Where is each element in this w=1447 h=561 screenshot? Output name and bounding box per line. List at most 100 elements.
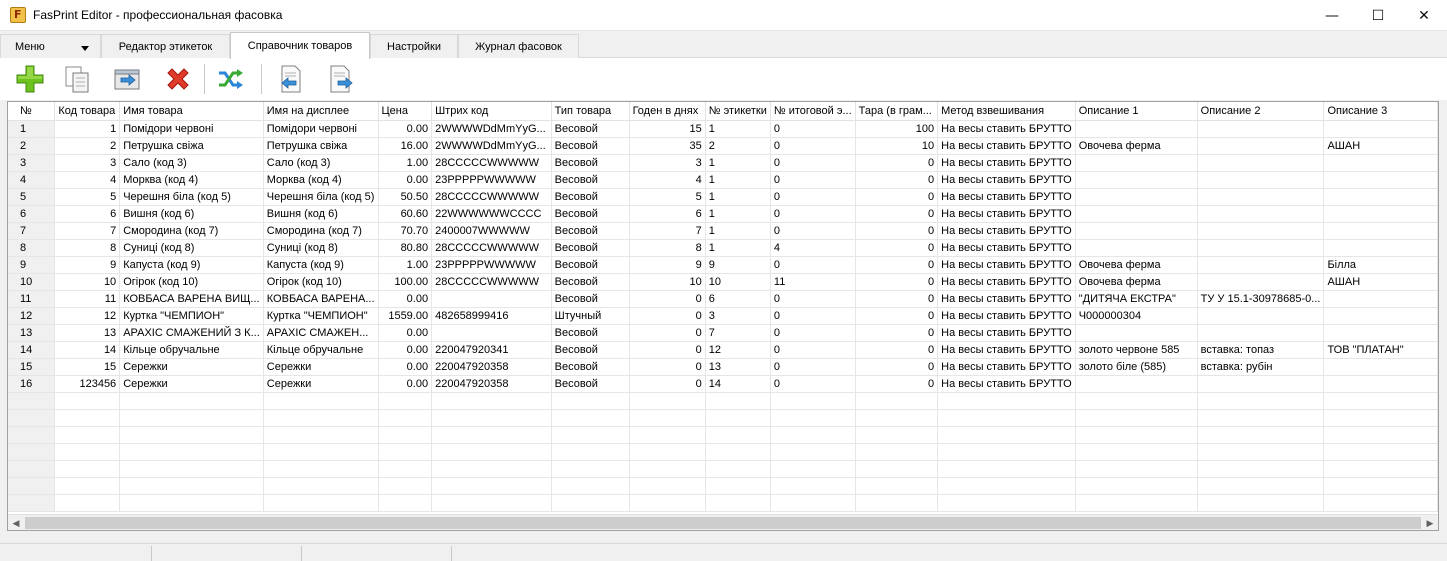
table-cell[interactable]: На весы ставить БРУТТО	[937, 290, 1076, 308]
table-cell[interactable]	[1197, 375, 1325, 393]
table-row[interactable]: 14 14 Кільце обручальне Кільце обручальне 0.…	[8, 341, 1438, 359]
table-cell[interactable]: Овочева ферма	[1075, 256, 1198, 274]
table-cell[interactable]: На весы ставить БРУТТО	[937, 120, 1076, 138]
table-cell[interactable]: Смородина (код 7)	[119, 222, 264, 240]
delete-button[interactable]	[161, 63, 195, 95]
table-cell[interactable]: 0.00	[378, 290, 433, 308]
table-cell[interactable]: Білла	[1323, 256, 1438, 274]
table-cell[interactable]: 16.00	[378, 137, 433, 155]
column-header[interactable]: №	[8, 102, 56, 121]
table-cell[interactable]: 4	[54, 171, 121, 189]
close-button[interactable]: ✕	[1401, 0, 1447, 31]
table-cell[interactable]: На весы ставить БРУТТО	[937, 324, 1076, 342]
table-cell[interactable]: 0	[770, 290, 856, 308]
table-row[interactable]: 4 4 Морква (код 4) Морква (код 4) 0.00 23PPPP…	[8, 171, 1438, 189]
table-cell[interactable]: Капуста (код 9)	[119, 256, 264, 274]
table-cell[interactable]: 15	[54, 358, 121, 376]
table-cell[interactable]: Петрушка свіжа	[119, 137, 264, 155]
table-cell[interactable]: 0	[855, 239, 939, 257]
table-cell[interactable]	[1323, 324, 1438, 342]
table-cell[interactable]	[1197, 222, 1325, 240]
table-cell[interactable]: вставка: рубін	[1197, 358, 1325, 376]
products-grid[interactable]: № Код товара Имя товара Имя на дисплее Цена Ш…	[7, 101, 1439, 531]
table-cell[interactable]	[1075, 324, 1198, 342]
table-cell[interactable]: 11	[8, 290, 56, 308]
table-cell[interactable]: Суниці (код 8)	[263, 239, 379, 257]
table-cell[interactable]: 6	[54, 205, 121, 223]
table-cell[interactable]	[1197, 188, 1325, 206]
table-cell[interactable]	[1323, 205, 1438, 223]
table-cell[interactable]: 14	[8, 341, 56, 359]
table-cell[interactable]: 0	[770, 375, 856, 393]
column-header[interactable]: Имя на дисплее	[263, 102, 379, 121]
table-cell[interactable]: 2WWWWDdMmYyG...	[431, 137, 552, 155]
table-row[interactable]: 2 2 Петрушка свіжа Петрушка свіжа 16.00 2WWWW…	[8, 137, 1438, 155]
table-cell[interactable]: 70.70	[378, 222, 433, 240]
table-cell[interactable]: 0	[770, 205, 856, 223]
table-cell[interactable]: 8	[629, 239, 706, 257]
add-button[interactable]	[13, 63, 47, 95]
table-cell[interactable]: 22WWWWWWCCCC	[431, 205, 552, 223]
table-cell[interactable]: 2WWWWDdMmYyG...	[431, 120, 552, 138]
table-cell[interactable]: 3	[705, 307, 771, 325]
table-cell[interactable]: ТУ У 15.1-30978685-0...	[1197, 290, 1325, 308]
table-cell[interactable]: 220047920358	[431, 375, 552, 393]
table-cell[interactable]	[1197, 239, 1325, 257]
table-cell[interactable]: 7	[54, 222, 121, 240]
table-cell[interactable]: 6	[8, 205, 56, 223]
table-cell[interactable]: 12	[54, 307, 121, 325]
table-cell[interactable]: На весы ставить БРУТТО	[937, 205, 1076, 223]
table-cell[interactable]: Штучный	[551, 307, 630, 325]
table-cell[interactable]: Сережки	[119, 358, 264, 376]
table-cell[interactable]: Весовой	[551, 120, 630, 138]
table-cell[interactable]: Сережки	[119, 375, 264, 393]
table-cell[interactable]: Суниці (код 8)	[119, 239, 264, 257]
minimize-button[interactable]: —	[1309, 0, 1355, 31]
table-cell[interactable]: Весовой	[551, 375, 630, 393]
table-cell[interactable]	[1075, 375, 1198, 393]
table-cell[interactable]	[1197, 273, 1325, 291]
table-cell[interactable]: 0	[770, 358, 856, 376]
table-cell[interactable]: 0	[629, 324, 706, 342]
table-cell[interactable]: 10	[8, 273, 56, 291]
table-cell[interactable]: 3	[629, 154, 706, 172]
document-import-button[interactable]	[274, 63, 308, 95]
table-cell[interactable]: Черешня біла (код 5)	[119, 188, 264, 206]
table-cell[interactable]: 0	[770, 154, 856, 172]
table-cell[interactable]	[1075, 120, 1198, 138]
table-cell[interactable]: Черешня біла (код 5)	[263, 188, 379, 206]
table-cell[interactable]: 1	[705, 205, 771, 223]
table-cell[interactable]: На весы ставить БРУТТО	[937, 171, 1076, 189]
table-cell[interactable]: Смородина (код 7)	[263, 222, 379, 240]
table-cell[interactable]: 0	[770, 222, 856, 240]
table-cell[interactable]: На весы ставить БРУТТО	[937, 239, 1076, 257]
table-cell[interactable]: КОВБАСА ВАРЕНА...	[263, 290, 379, 308]
table-cell[interactable]: 28CCCCCWWWWW	[431, 154, 552, 172]
table-cell[interactable]: 11	[54, 290, 121, 308]
table-cell[interactable]: 15	[8, 358, 56, 376]
table-cell[interactable]: 0	[770, 171, 856, 189]
table-cell[interactable]: 1.00	[378, 154, 433, 172]
table-cell[interactable]	[1323, 239, 1438, 257]
table-cell[interactable]: Куртка "ЧЕМПИОН"	[119, 307, 264, 325]
table-cell[interactable]: 123456	[54, 375, 121, 393]
scroll-right-icon[interactable]: ▶	[1422, 515, 1438, 531]
table-cell[interactable]: 7	[8, 222, 56, 240]
table-cell[interactable]	[1197, 137, 1325, 155]
table-cell[interactable]: 5	[54, 188, 121, 206]
table-cell[interactable]: На весы ставить БРУТТО	[937, 154, 1076, 172]
table-cell[interactable]: На весы ставить БРУТТО	[937, 137, 1076, 155]
table-cell[interactable]: Кільце обручальне	[263, 341, 379, 359]
table-cell[interactable]: На весы ставить БРУТТО	[937, 222, 1076, 240]
column-header[interactable]: № итоговой э...	[770, 102, 856, 121]
tab-label-editor[interactable]: Редактор этикеток	[101, 34, 230, 58]
table-cell[interactable]: 1.00	[378, 256, 433, 274]
table-cell[interactable]: Кільце обручальне	[119, 341, 264, 359]
column-header[interactable]: № этикетки	[705, 102, 771, 121]
table-cell[interactable]: 1	[705, 188, 771, 206]
table-row[interactable]: 16 123456 Сережки Сережки 0.00 220047920358 Ве…	[8, 375, 1438, 393]
table-cell[interactable]: 13	[54, 324, 121, 342]
table-cell[interactable]: На весы ставить БРУТТО	[937, 307, 1076, 325]
table-cell[interactable]: Морква (код 4)	[263, 171, 379, 189]
table-cell[interactable]	[1323, 171, 1438, 189]
